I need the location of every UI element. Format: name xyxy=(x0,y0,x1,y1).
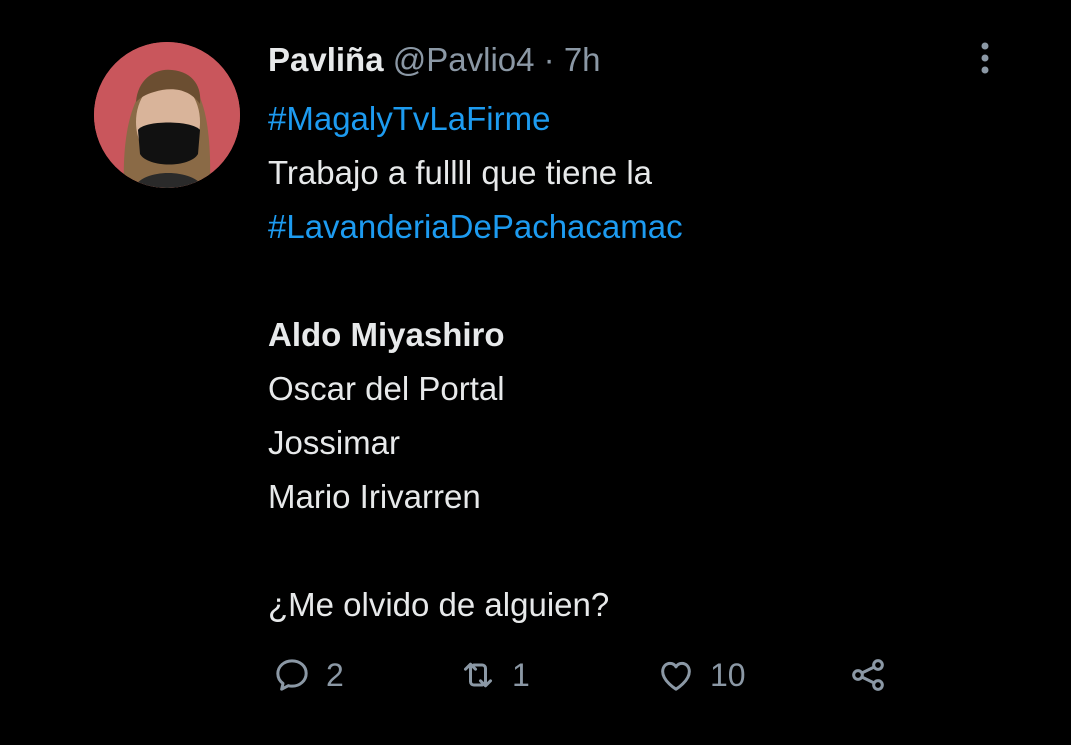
tweet-text: #MagalyTvLaFirme Trabajo a fullll que ti… xyxy=(268,92,1028,632)
text-line: Mario Irivarren xyxy=(268,478,481,515)
author-name[interactable]: Pavliña xyxy=(268,41,384,78)
text-line: ¿Me olvido de alguien? xyxy=(268,586,610,623)
tweet-header: Pavliña @Pavlio4 · 7h xyxy=(268,38,601,82)
like-count: 10 xyxy=(710,656,746,693)
retweet-count: 1 xyxy=(512,656,530,693)
text-line: Aldo Miyashiro xyxy=(268,316,505,353)
avatar-image xyxy=(94,42,240,188)
retweet-button[interactable]: 1 xyxy=(458,655,530,695)
reply-count: 2 xyxy=(326,656,344,693)
more-options-button[interactable] xyxy=(970,38,1000,78)
hashtag-link[interactable]: #MagalyTvLaFirme xyxy=(268,100,550,137)
separator-dot: · xyxy=(543,41,555,78)
share-button[interactable] xyxy=(848,655,888,695)
reply-button[interactable]: 2 xyxy=(272,655,344,695)
reply-icon xyxy=(276,659,308,691)
author-handle[interactable]: @Pavlio4 xyxy=(393,41,535,78)
text-line: Oscar del Portal xyxy=(268,370,505,407)
timestamp[interactable]: 7h xyxy=(564,41,601,78)
more-vertical-icon xyxy=(981,42,989,74)
text-line: Jossimar xyxy=(268,424,401,461)
share-icon xyxy=(852,659,884,691)
hashtag-link[interactable]: #LavanderiaDePachacamac xyxy=(268,208,683,245)
like-button[interactable]: 10 xyxy=(656,655,746,695)
avatar[interactable] xyxy=(94,42,240,188)
text-line: Trabajo a fullll que tiene la xyxy=(268,154,653,191)
heart-icon xyxy=(661,661,691,691)
retweet-icon xyxy=(464,662,492,688)
